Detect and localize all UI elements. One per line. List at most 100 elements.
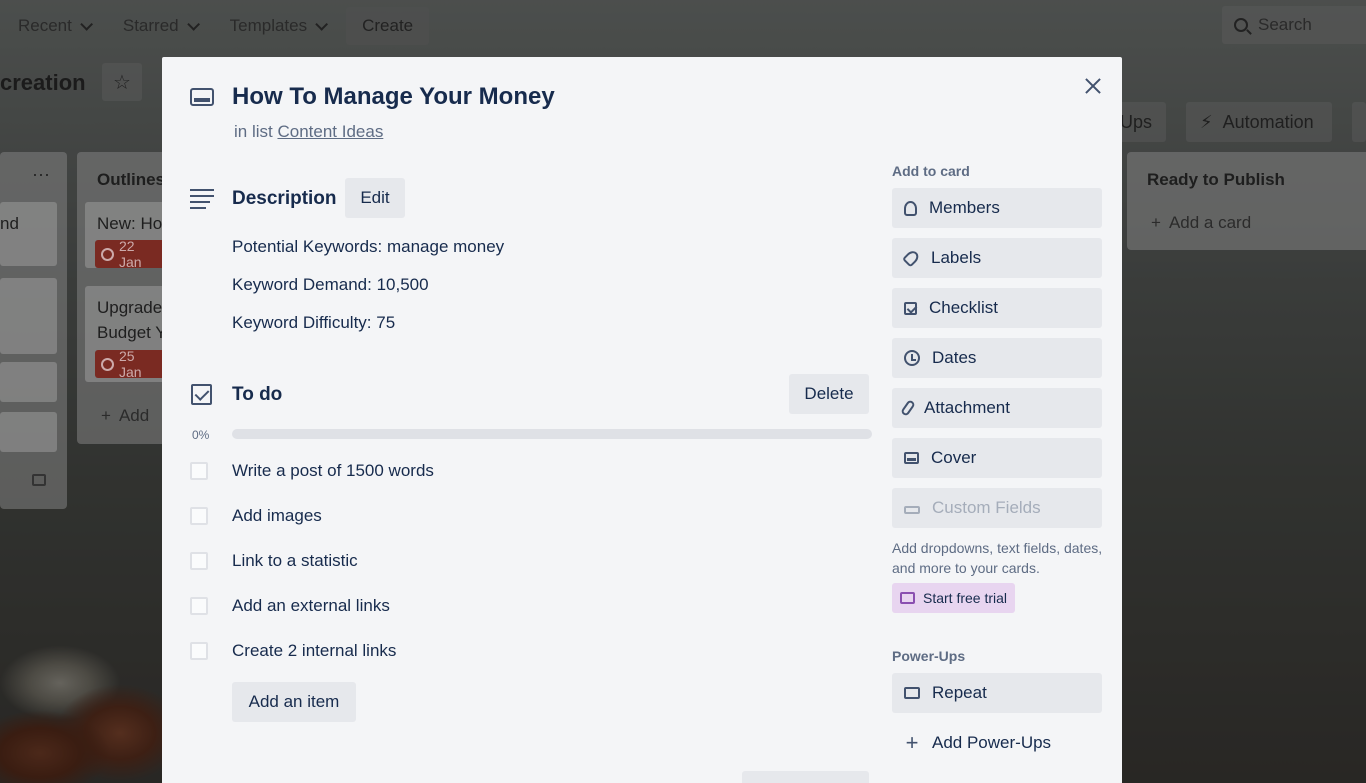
cover-icon <box>904 452 919 464</box>
list-card[interactable]: New: Ho 22 Jan <box>85 202 167 270</box>
checklist-item[interactable]: Link to a statistic <box>190 549 358 573</box>
custom-fields-label: Custom Fields <box>932 498 1041 517</box>
in-list-prefix: in list <box>234 122 273 141</box>
attachment-button[interactable]: Attachment <box>892 388 1102 428</box>
starred-label: Starred <box>122 16 179 35</box>
list-title[interactable]: Outlines <box>97 170 165 190</box>
checklist-item-text[interactable]: Write a post of 1500 words <box>232 461 434 481</box>
add-powerups-label: Add Power-Ups <box>932 733 1052 752</box>
chevron-down-icon <box>315 17 329 31</box>
close-icon[interactable] <box>1080 73 1106 99</box>
add-card-label: Add a card <box>1168 213 1252 232</box>
plus-icon: + <box>905 730 919 755</box>
edit-description-button[interactable]: Edit <box>345 178 405 218</box>
checklist-item-text[interactable]: Add an external links <box>232 596 390 616</box>
checkbox[interactable] <box>190 462 208 480</box>
list-title[interactable]: Ready to Publish <box>1147 170 1285 190</box>
outlines-list: Outlines New: Ho 22 Jan Upgrade Budget Y… <box>77 152 167 444</box>
members-label: Members <box>929 198 1000 217</box>
labels-button[interactable]: Labels <box>892 238 1102 278</box>
add-card-label: Add <box>118 406 150 425</box>
repeat-icon <box>904 687 920 699</box>
members-button[interactable]: Members <box>892 188 1102 228</box>
list-card[interactable]: Upgrade Budget Y 25 Jan <box>85 286 167 382</box>
start-trial-label: Start free trial <box>923 590 1008 606</box>
checklist-item[interactable]: Create 2 internal links <box>190 639 396 663</box>
checklist-item[interactable]: Write a post of 1500 words <box>190 459 434 483</box>
paperclip-icon <box>900 399 916 417</box>
cover-label: Cover <box>931 448 977 467</box>
repeat-label: Repeat <box>932 683 987 702</box>
card-title: Budget Y <box>97 323 167 342</box>
templates-menu[interactable]: Templates <box>218 7 336 45</box>
board-list: ··· nd <box>0 152 67 509</box>
card-title: nd <box>0 214 19 233</box>
member-icon <box>904 200 917 216</box>
plus-icon: + <box>1151 213 1161 232</box>
board-title[interactable]: creation <box>0 70 86 96</box>
checklist-item-text[interactable]: Add images <box>232 506 322 526</box>
checklist-progress-bar <box>232 429 872 439</box>
checkbox[interactable] <box>190 552 208 570</box>
starred-menu[interactable]: Starred <box>111 7 208 45</box>
list-link[interactable]: Content Ideas <box>277 122 383 141</box>
checklist-icon <box>191 384 212 405</box>
checklist-item-text[interactable]: Create 2 internal links <box>232 641 396 661</box>
custom-fields-note: Add dropdowns, text fields, dates, and m… <box>892 540 1103 576</box>
briefcase-icon <box>900 592 915 604</box>
checkbox[interactable] <box>190 507 208 525</box>
list-menu-icon[interactable]: ··· <box>32 164 50 185</box>
checklist-item[interactable]: Add images <box>190 504 322 528</box>
card-title: New: Ho <box>97 214 163 233</box>
board-menu-button[interactable] <box>1352 102 1366 142</box>
checkbox[interactable] <box>190 597 208 615</box>
checklist-button[interactable]: Checklist <box>892 288 1102 328</box>
repeat-powerup-button[interactable]: Repeat <box>892 673 1102 713</box>
dates-button[interactable]: Dates <box>892 338 1102 378</box>
card-template-icon[interactable] <box>32 474 46 486</box>
clock-icon <box>904 350 920 366</box>
search-placeholder: Search <box>1258 15 1312 34</box>
star-board-button[interactable]: ☆ <box>102 63 142 101</box>
modal-bottom-button[interactable] <box>742 771 869 783</box>
due-date-text: 25 Jan <box>118 348 142 380</box>
description-line: Keyword Difficulty: 75 <box>232 313 396 332</box>
chevron-down-icon <box>186 17 200 31</box>
add-card-button[interactable]: + Add a card <box>1151 213 1251 233</box>
checklist-item[interactable]: Add an external links <box>190 594 390 618</box>
add-powerups-button[interactable]: + Add Power-Ups <box>892 723 1052 763</box>
list-card[interactable] <box>0 412 57 452</box>
create-button[interactable]: Create <box>346 7 430 45</box>
attachment-label: Attachment <box>924 398 1010 417</box>
custom-fields-button[interactable]: Custom Fields <box>892 488 1102 528</box>
top-navbar: Recent Starred Templates Create <box>0 0 1366 52</box>
cover-button[interactable]: Cover <box>892 438 1102 478</box>
lightning-icon: ⚡ <box>1200 111 1213 132</box>
automation-label: Automation <box>1222 111 1314 132</box>
start-free-trial-button[interactable]: Start free trial <box>892 583 1016 613</box>
card-icon <box>190 88 214 106</box>
plus-icon: + <box>101 406 111 425</box>
automation-button[interactable]: ⚡ Automation <box>1186 102 1332 142</box>
card-title[interactable]: How To Manage Your Money <box>232 83 555 111</box>
checklist-title[interactable]: To do <box>232 384 282 406</box>
list-card[interactable] <box>0 278 57 354</box>
chevron-down-icon <box>80 17 93 31</box>
checklist-item-text[interactable]: Link to a statistic <box>232 551 358 571</box>
powerups-heading: Power-Ups <box>892 648 966 664</box>
add-to-card-heading: Add to card <box>892 163 970 179</box>
add-card-button[interactable]: + Add <box>101 406 149 426</box>
recent-menu[interactable]: Recent <box>6 7 101 45</box>
clock-icon <box>101 357 114 371</box>
recent-label: Recent <box>18 16 72 35</box>
add-checklist-item-button[interactable]: Add an item <box>232 682 356 722</box>
search-input[interactable]: Search <box>1222 6 1366 44</box>
list-card[interactable] <box>0 362 57 402</box>
list-card[interactable]: nd <box>0 202 57 266</box>
delete-checklist-button[interactable]: Delete <box>789 374 869 414</box>
checkbox[interactable] <box>190 642 208 660</box>
templates-label: Templates <box>229 16 308 35</box>
checklist-percent: 0% <box>192 428 210 442</box>
in-list-text: in list Content Ideas <box>234 122 383 142</box>
checklist-label: Checklist <box>929 298 998 317</box>
